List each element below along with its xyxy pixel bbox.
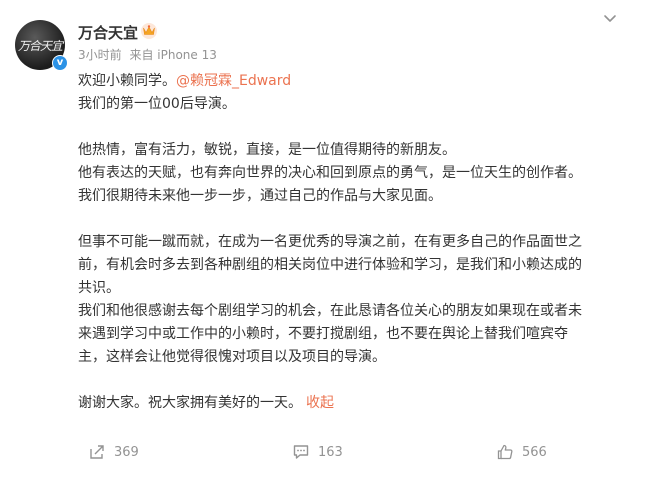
paragraph: 主，这样会让他觉得很愧对项目以及项目的导演。: [78, 349, 386, 365]
paragraph: 谢谢大家。祝大家拥有美好的一天。 收起: [78, 392, 638, 415]
comment-button[interactable]: 163: [292, 440, 343, 464]
paragraph: 来遇到学习中或工作中的小赖时，不要打搅剧组，也不要在舆论上替我们喧宾夺: [78, 326, 568, 342]
paragraph: 共识。: [78, 280, 120, 296]
more-icon[interactable]: [600, 8, 620, 28]
paragraph: 我们很期待未来他一步一步，通过自己的作品与大家见面。: [78, 188, 442, 204]
like-button[interactable]: 566: [496, 440, 547, 464]
mention-link[interactable]: @赖冠霖_Edward: [176, 73, 291, 89]
comment-count: 163: [318, 444, 343, 460]
post-content: 欢迎小赖同学。@赖冠霖_Edward 我们的第一位00后导演。 他热情，富有活力…: [78, 70, 638, 415]
verified-icon: v: [52, 55, 68, 71]
username[interactable]: 万合天宜: [78, 22, 138, 43]
repost-count: 369: [114, 444, 139, 460]
collapse-link[interactable]: 收起: [306, 395, 334, 411]
repost-button[interactable]: 369: [88, 440, 139, 464]
text: 欢迎小赖同学。: [78, 73, 176, 89]
paragraph: 我们和他很感谢去每个剧组学习的机会，在此恳请各位关心的朋友如果现在或者未: [78, 303, 582, 319]
action-bar: 369 163 566: [0, 430, 645, 481]
paragraph: 他热情，富有活力，敏锐，直接，是一位值得期待的新朋友。: [78, 142, 456, 158]
avatar-logo-text: 万合天宜: [17, 39, 63, 53]
like-icon: [497, 444, 513, 460]
post-source: 来自 iPhone 13: [129, 48, 217, 62]
paragraph: 前，有机会时多去到各种剧组的相关岗位中进行体验和学习，是我们和小赖达成的: [78, 257, 582, 273]
paragraph: 但事不可能一蹴而就，在成为一名更优秀的导演之前，在有更多自己的作品面世之: [78, 234, 582, 250]
paragraph: 我们的第一位00后导演。: [78, 96, 236, 112]
text: 谢谢大家。祝大家拥有美好的一天。: [78, 395, 302, 411]
comment-icon: [293, 445, 309, 459]
post-time[interactable]: 3小时前: [78, 48, 122, 62]
post-meta: 3小时前 来自 iPhone 13: [78, 46, 217, 63]
crown-icon[interactable]: [139, 20, 159, 40]
paragraph: 他有表达的天赋，也有奔向世界的决心和回到原点的勇气，是一位天生的创作者。: [78, 165, 582, 181]
paragraph: 欢迎小赖同学。@赖冠霖_Edward: [78, 70, 638, 93]
like-count: 566: [522, 444, 547, 460]
repost-icon: [90, 445, 104, 459]
